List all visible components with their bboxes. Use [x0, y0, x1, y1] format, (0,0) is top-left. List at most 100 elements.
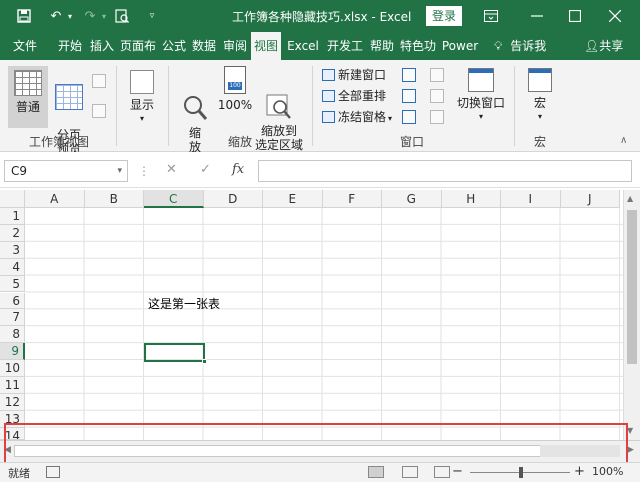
row-header-4[interactable]: 4 — [0, 258, 25, 276]
custom-views-icon[interactable] — [92, 104, 106, 118]
scroll-down-icon[interactable]: ▼ — [627, 426, 633, 435]
row-header-14[interactable]: 14 — [0, 427, 25, 440]
show-button[interactable]: 显示 ▾ — [124, 66, 160, 128]
column-header-e[interactable]: E — [263, 190, 323, 208]
formula-bar: C9 ▾ ⋮ ✕ ✓ fx — [0, 152, 640, 188]
tell-me-search[interactable]: 💡︎ 告诉我 — [494, 32, 546, 60]
split-icon[interactable] — [402, 68, 416, 82]
normal-view-button[interactable]: 普通 — [8, 66, 48, 128]
row-header-7[interactable]: 7 — [0, 309, 25, 327]
row-header-13[interactable]: 13 — [0, 410, 25, 428]
tab-insert[interactable]: 插入 — [88, 32, 116, 60]
chevron-down-icon[interactable]: ▾ — [117, 161, 122, 181]
arrange-all-button[interactable]: 全部重排 — [322, 87, 386, 105]
scroll-right-icon[interactable]: ▶ — [627, 445, 634, 455]
row-header-12[interactable]: 12 — [0, 393, 25, 411]
share-button[interactable]: 👤︎共享 — [584, 32, 623, 60]
row-header-1[interactable]: 1 — [0, 208, 25, 225]
formula-input[interactable] — [258, 160, 632, 182]
row-header-6[interactable]: 6 — [0, 292, 25, 310]
zoom-slider-knob[interactable] — [519, 467, 523, 478]
tab-view[interactable]: 视图 — [251, 32, 281, 60]
close-icon[interactable] — [604, 5, 626, 27]
minimize-icon[interactable] — [526, 5, 548, 27]
normal-view-icon[interactable] — [368, 466, 384, 478]
zoom-100-button[interactable]: 100 100% — [216, 66, 254, 128]
redo-dropdown-icon[interactable]: ▾ — [94, 6, 114, 26]
column-header-a[interactable]: A — [25, 190, 85, 208]
vertical-scroll-thumb[interactable] — [627, 210, 637, 364]
tab-page-layout[interactable]: 页面布 — [118, 32, 158, 60]
scroll-up-icon[interactable]: ▲ — [627, 194, 633, 203]
row-header-8[interactable]: 8 — [0, 326, 25, 344]
undo-dropdown-icon[interactable]: ▾ — [60, 6, 80, 26]
scroll-left-icon[interactable]: ◀ — [4, 445, 11, 455]
collapse-ribbon-icon[interactable]: ∧ — [620, 132, 627, 150]
workbook-views-group-label: 工作簿视图 — [28, 135, 89, 149]
page-break-view-icon[interactable] — [434, 466, 450, 478]
column-header-f[interactable]: F — [322, 190, 382, 208]
column-header-j[interactable]: J — [560, 190, 620, 208]
row-header-9[interactable]: 9 — [0, 343, 25, 361]
page-break-preview-button[interactable]: 分页 预览 — [50, 66, 88, 156]
row-header-3[interactable]: 3 — [0, 241, 25, 259]
horizontal-scroll-track[interactable] — [540, 445, 620, 457]
tab-review[interactable]: 审阅 — [221, 32, 249, 60]
enter-icon[interactable]: ✓ — [200, 162, 211, 177]
freeze-panes-button[interactable]: 冻结窗格 ▾ — [322, 108, 392, 126]
page-layout-view-icon[interactable] — [92, 74, 106, 88]
synchronous-scrolling-icon[interactable] — [430, 89, 444, 103]
tab-formulas[interactable]: 公式 — [160, 32, 188, 60]
ribbon-view: 普通 分页 预览 工作簿视图 显示 ▾ 缩 放 100 100% 缩放到 选定区… — [0, 60, 640, 156]
new-window-button[interactable]: 新建窗口 — [322, 66, 386, 84]
macro-record-icon[interactable] — [46, 466, 60, 478]
zoom-button[interactable]: 缩 放 — [178, 66, 212, 154]
unhide-window-icon[interactable] — [402, 110, 416, 124]
tab-power[interactable]: Power — [440, 32, 480, 60]
row-header-10[interactable]: 10 — [0, 360, 25, 377]
tab-home[interactable]: 开始 — [56, 32, 84, 60]
view-side-by-side-icon[interactable] — [430, 68, 444, 82]
active-cell-c9[interactable] — [144, 343, 207, 364]
hide-window-icon[interactable] — [402, 89, 416, 103]
zoom-out-icon[interactable]: − — [452, 464, 463, 479]
name-box[interactable]: C9 ▾ — [4, 160, 128, 182]
column-header-c[interactable]: C — [144, 190, 204, 208]
formula-bar-splitter-icon[interactable]: ⋮ — [138, 164, 150, 178]
select-all-corner[interactable] — [0, 190, 25, 208]
switch-windows-button[interactable]: 切换窗口 ▾ — [456, 68, 506, 130]
worksheet-grid[interactable] — [25, 208, 623, 440]
zoom-to-selection-button[interactable]: 缩放到 选定区域 — [254, 66, 304, 152]
zoom-in-icon[interactable]: + — [574, 464, 585, 479]
row-header-5[interactable]: 5 — [0, 275, 25, 293]
page-layout-view-icon[interactable] — [402, 466, 418, 478]
column-header-d[interactable]: D — [203, 190, 263, 208]
macros-button[interactable]: 宏 ▾ — [526, 68, 554, 130]
tab-excel-addin[interactable]: Excel — [283, 32, 323, 60]
customize-toolbar-icon[interactable]: ▿ — [142, 6, 162, 26]
cell-c6[interactable]: 这是第一张表 — [148, 295, 220, 312]
reset-window-position-icon[interactable] — [430, 110, 444, 124]
horizontal-scrollbar[interactable] — [14, 445, 610, 457]
login-button[interactable]: 登录 — [426, 6, 462, 26]
column-header-i[interactable]: I — [501, 190, 561, 208]
column-header-h[interactable]: H — [441, 190, 501, 208]
fill-handle[interactable] — [202, 359, 207, 364]
maximize-icon[interactable] — [564, 5, 586, 27]
row-header-2[interactable]: 2 — [0, 224, 25, 242]
tab-data[interactable]: 数据 — [190, 32, 218, 60]
tab-developer[interactable]: 开发工 — [325, 32, 365, 60]
print-preview-icon[interactable] — [112, 6, 132, 26]
cancel-icon[interactable]: ✕ — [166, 162, 177, 177]
row-header-11[interactable]: 11 — [0, 377, 25, 394]
vertical-scrollbar[interactable]: ▲ ▼ — [623, 190, 640, 440]
zoom-level[interactable]: 100% — [592, 465, 623, 478]
ribbon-display-options-icon[interactable] — [480, 5, 502, 27]
tab-help[interactable]: 帮助 — [368, 32, 396, 60]
insert-function-icon[interactable]: fx — [232, 162, 244, 177]
column-header-b[interactable]: B — [84, 190, 144, 208]
tab-features[interactable]: 特色功 — [398, 32, 438, 60]
column-header-g[interactable]: G — [382, 190, 442, 208]
tab-file[interactable]: 文件 — [10, 32, 40, 60]
save-icon[interactable] — [14, 6, 34, 26]
